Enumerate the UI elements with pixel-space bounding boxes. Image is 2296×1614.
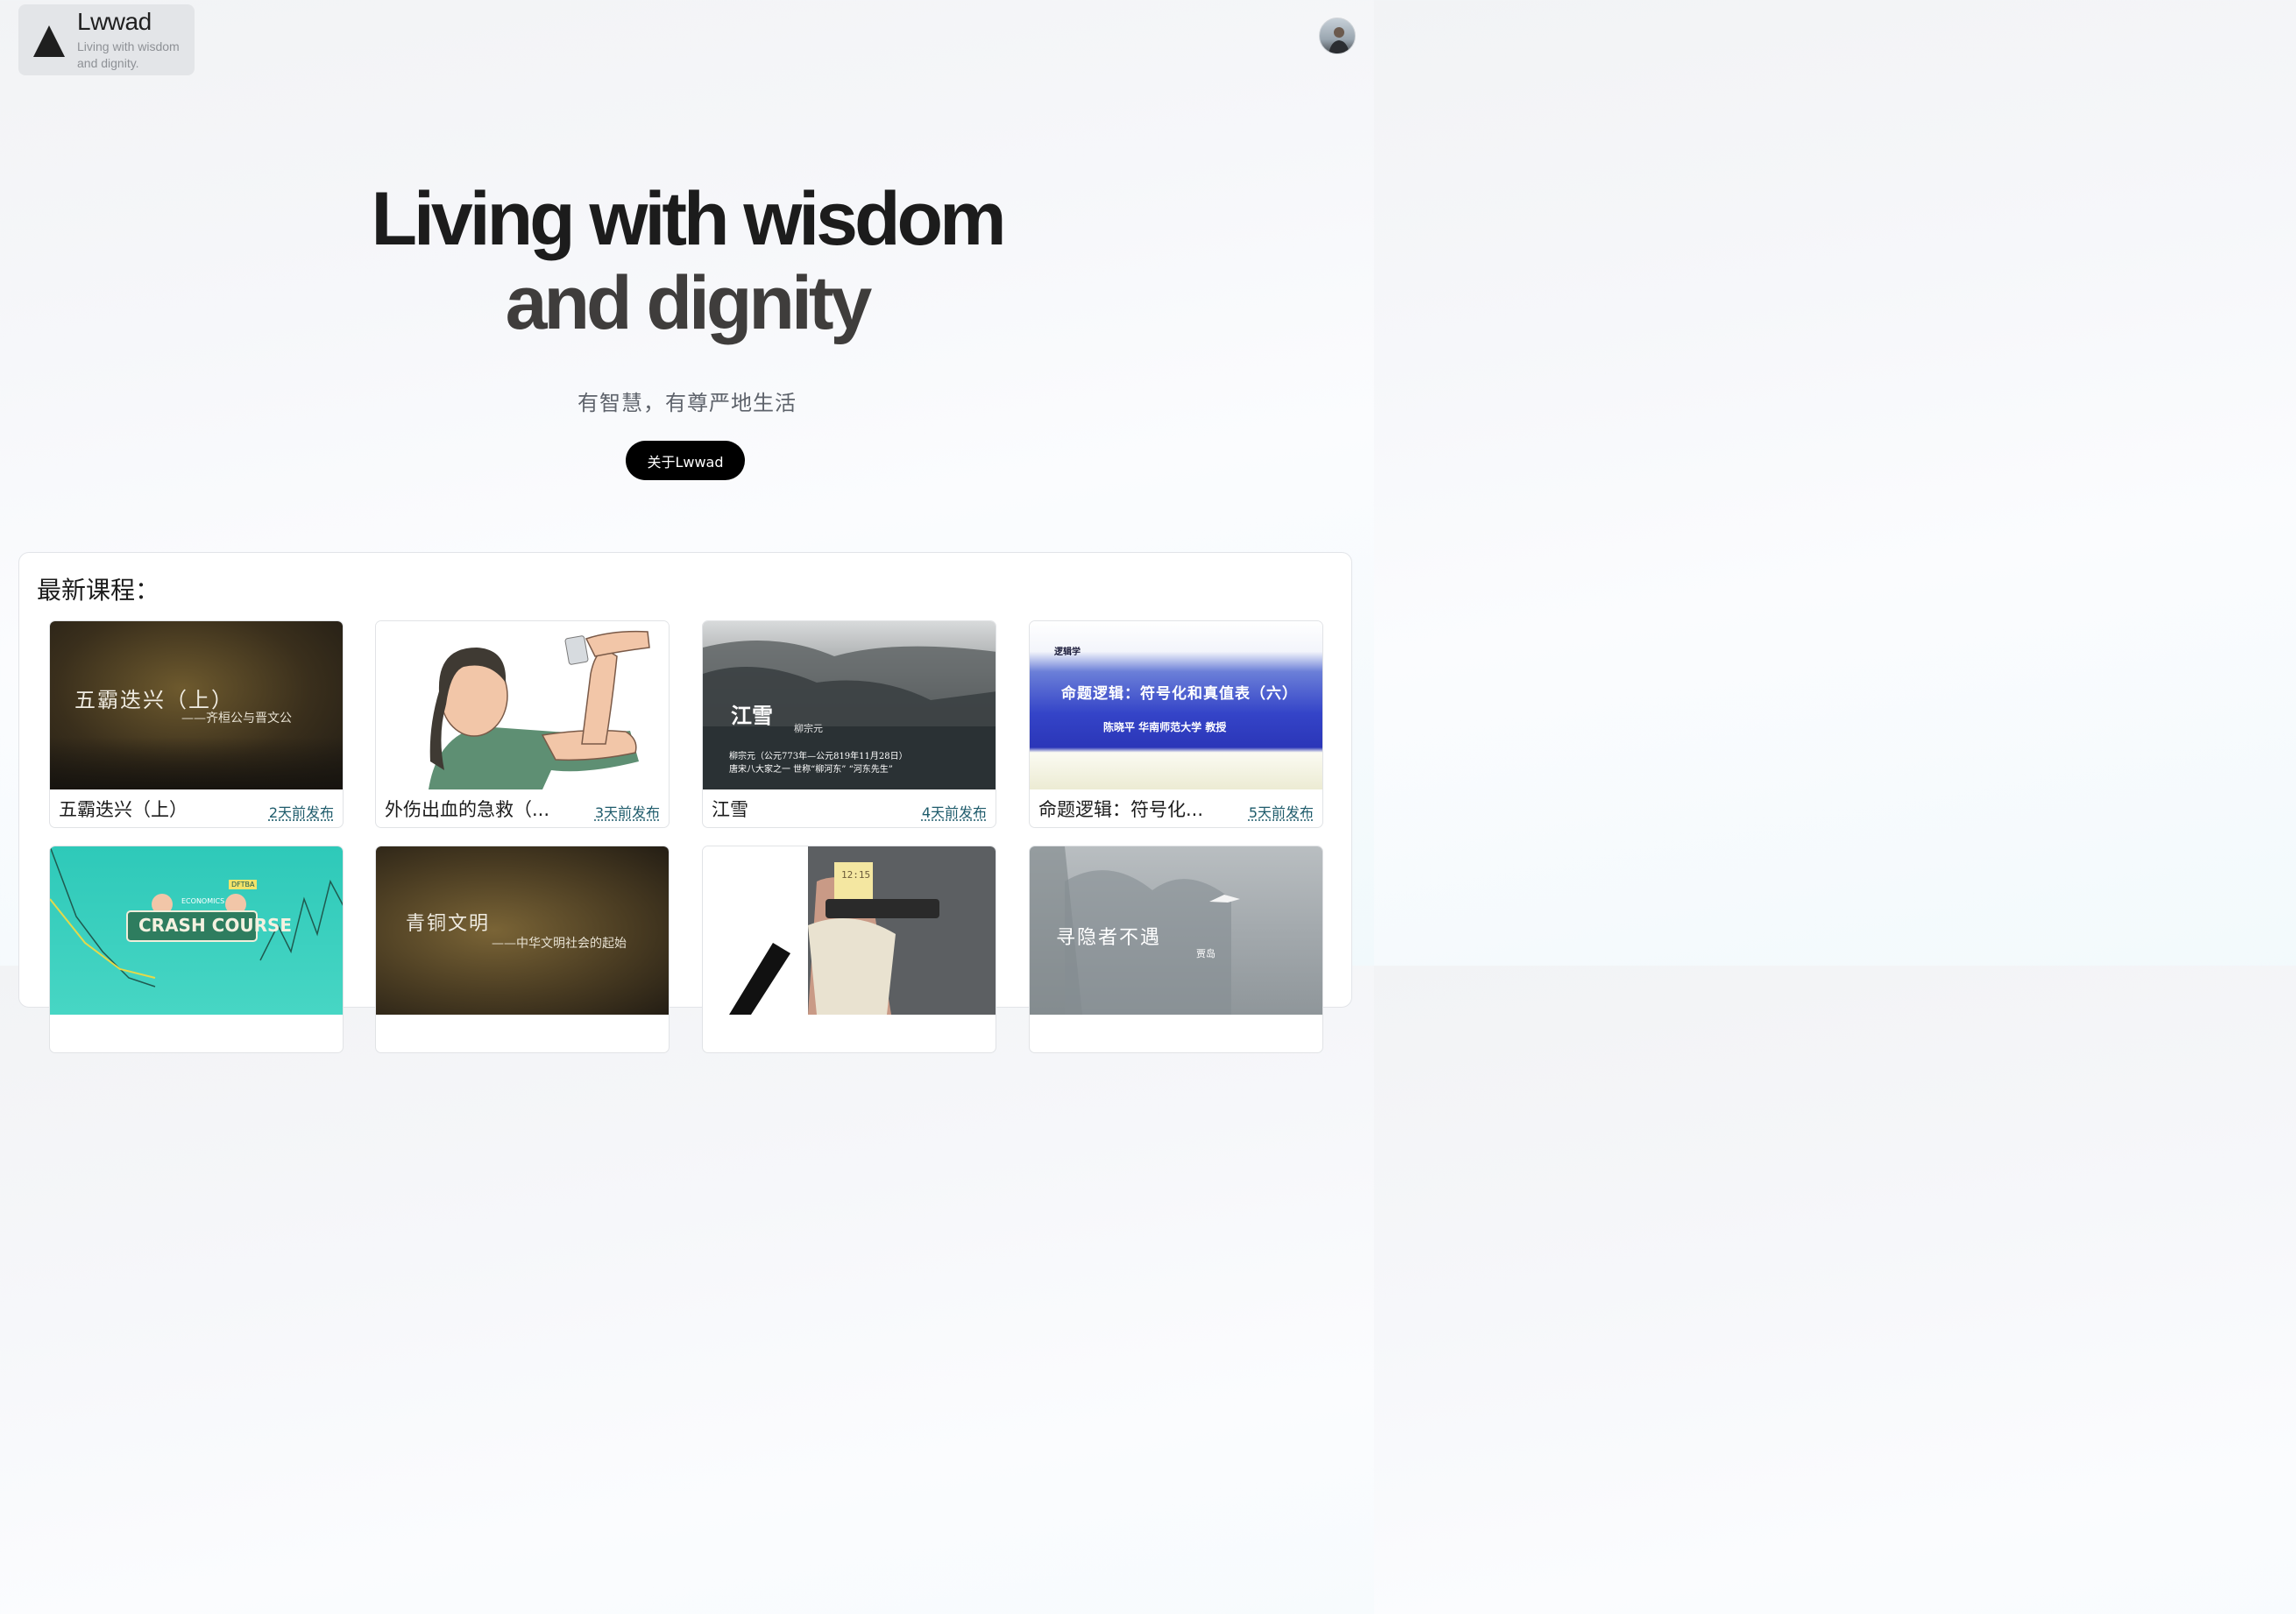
latest-courses-heading: 最新课程： [37, 576, 160, 605]
course-date-link[interactable]: 3天前发布 [595, 801, 660, 822]
thumb-author: 贾岛 [1196, 948, 1215, 959]
course-thumbnail: 寻隐者不遇 贾岛 [1030, 846, 1322, 1015]
hero-title-line2: and dignity [505, 261, 873, 345]
course-thumbnail [376, 621, 669, 789]
thumb-line1: 柳宗元（公元773年—公元819年11月28日） [729, 752, 908, 761]
course-card[interactable]: ECONOMICS DFTBA CRASH COURSE [49, 846, 344, 1053]
triangle-icon [33, 25, 65, 57]
course-name: 外伤出血的急救（... [385, 799, 550, 820]
brand-title: Lwwad [77, 8, 152, 35]
course-thumbnail: 逻辑学 命题逻辑：符号化和真值表（六） 陈晓平 华南师范大学 教授 [1030, 621, 1322, 789]
brand-subtitle: Living with wisdom and dignity. [77, 39, 180, 70]
brand-card[interactable]: Lwwad Living with wisdom and dignity. [18, 4, 195, 75]
course-thumbnail: 青铜文明 ——中华文明社会的起始 [376, 846, 669, 1015]
user-avatar[interactable] [1319, 18, 1356, 54]
thumb-title: 江雪 [731, 703, 773, 728]
about-button[interactable]: 关于Lwwad [626, 441, 745, 480]
hero-subtitle: 有智慧，有尊严地生活 [578, 391, 797, 415]
course-name: 命题逻辑：符号化... [1038, 799, 1204, 820]
first-aid-illustration [429, 630, 650, 789]
thumb-author: 陈晓平 华南师范大学 教授 [1103, 721, 1227, 733]
course-thumbnail: 12:15 [703, 846, 996, 1015]
thumb-tag: 逻辑学 [1054, 648, 1081, 657]
course-card[interactable]: 青铜文明 ——中华文明社会的起始 [375, 846, 670, 1053]
course-card[interactable]: 寻隐者不遇 贾岛 [1029, 846, 1323, 1053]
course-card[interactable]: 12:15 [702, 846, 996, 1053]
thumb-line2: 唐宋八大家之一 世称“柳河东” “河东先生” [729, 765, 893, 775]
thumb-subtitle: ——齐桓公与晋文公 [181, 711, 292, 726]
course-card[interactable]: 五霸迭兴（上） ——齐桓公与晋文公 五霸迭兴（上） 2天前发布 [49, 620, 344, 828]
thumb-note: 12:15 [841, 869, 871, 881]
course-thumbnail: 江雪 柳宗元 柳宗元（公元773年—公元819年11月28日） 唐宋八大家之一 … [703, 621, 996, 789]
course-name: 五霸迭兴（上） [59, 799, 188, 820]
latest-courses-panel: 最新课程： 五霸迭兴（上） ——齐桓公与晋文公 五霸迭兴（上） 2天前发布 外伤… [18, 552, 1352, 1053]
thumb-title: 青铜文明 [406, 913, 491, 935]
course-date-link[interactable]: 2天前发布 [269, 801, 334, 822]
course-name: 江雪 [712, 799, 748, 820]
course-date-link[interactable]: 4天前发布 [922, 801, 987, 822]
course-thumbnail: ECONOMICS DFTBA CRASH COURSE [50, 846, 343, 1015]
course-date-link[interactable]: 5天前发布 [1249, 801, 1314, 822]
thumb-title: 寻隐者不遇 [1056, 927, 1162, 949]
thumb-badge: DFTBA [229, 880, 258, 889]
thumb-subtitle: ——中华文明社会的起始 [492, 937, 627, 951]
thumb-title: CRASH COURSE [138, 915, 293, 936]
course-card[interactable]: 外伤出血的急救（... 3天前发布 [375, 620, 670, 828]
course-thumbnail: 五霸迭兴（上） ——齐桓公与晋文公 [50, 621, 343, 789]
course-card[interactable]: 江雪 柳宗元 柳宗元（公元773年—公元819年11月28日） 唐宋八大家之一 … [702, 620, 996, 828]
person-icon [1329, 27, 1350, 53]
course-card[interactable]: 逻辑学 命题逻辑：符号化和真值表（六） 陈晓平 华南师范大学 教授 命题逻辑：符… [1029, 620, 1323, 828]
thumb-tag: ECONOMICS [181, 897, 225, 905]
hero-title: Living with wisdom and dignity [263, 177, 1111, 345]
thumb-title: 命题逻辑：符号化和真值表（六） [1061, 685, 1298, 703]
hero-title-line1: Living with wisdom [371, 177, 1006, 261]
thumb-author: 柳宗元 [794, 723, 823, 734]
